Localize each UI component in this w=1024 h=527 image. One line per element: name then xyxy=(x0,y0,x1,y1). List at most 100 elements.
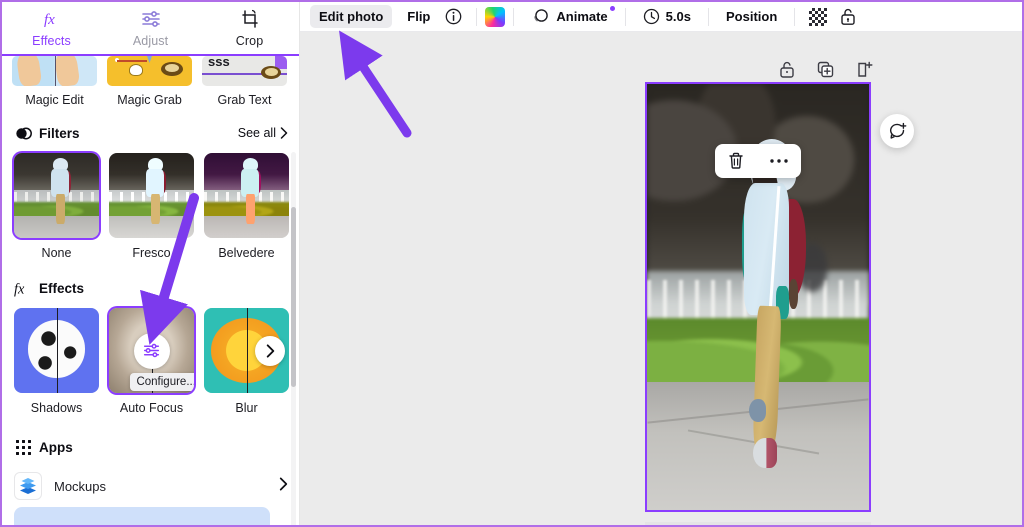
filter-card-none[interactable]: None xyxy=(14,153,99,260)
toolbar-divider xyxy=(476,7,478,26)
filters-section-header: Filters See all xyxy=(2,123,299,143)
animate-badge-dot xyxy=(609,5,615,11)
effect-label-shadows: Shadows xyxy=(30,401,83,415)
filters-see-all-label: See all xyxy=(237,126,276,140)
page-tools-row xyxy=(778,60,874,84)
animate-icon xyxy=(534,8,549,22)
filters-title: Filters xyxy=(39,125,80,141)
apps-title: Apps xyxy=(39,439,73,455)
panel-scrollbar[interactable] xyxy=(291,152,296,525)
page-canvas-selected-photo[interactable] xyxy=(645,82,871,512)
element-top-toolbar: Edit photo Flip Animate 5.0s Position xyxy=(300,2,1022,32)
chevron-right-icon[interactable] xyxy=(279,477,288,496)
toolbar-divider xyxy=(624,7,626,26)
tab-adjust[interactable]: Adjust xyxy=(101,2,200,48)
magic-grab-label: Magic Grab xyxy=(117,93,182,107)
magic-grab-thumbnail xyxy=(107,56,192,86)
svg-text:fx: fx xyxy=(44,12,55,28)
effects-title: Effects xyxy=(39,280,85,296)
grab-text-card[interactable]: sss Grab Text xyxy=(202,56,287,107)
flip-label: Flip xyxy=(407,9,431,24)
promo-card[interactable] xyxy=(14,507,270,525)
configure-effect-button[interactable] xyxy=(133,332,170,369)
add-comment-button[interactable] xyxy=(880,114,914,148)
delete-element-button[interactable] xyxy=(727,151,745,170)
edit-photo-button[interactable]: Edit photo xyxy=(310,5,393,28)
more-options-button[interactable] xyxy=(769,157,789,165)
person-subject xyxy=(736,137,816,471)
filters-see-all-link[interactable]: See all xyxy=(238,126,288,140)
filter-thumb-belvedere xyxy=(204,153,289,238)
app-label-mockups: Mockups xyxy=(54,478,107,494)
tab-adjust-label: Adjust xyxy=(132,34,169,48)
tab-crop[interactable]: Crop xyxy=(200,2,299,48)
position-button[interactable]: Position xyxy=(717,5,786,28)
animate-label: Animate xyxy=(556,9,608,24)
filter-circles-icon xyxy=(14,124,32,142)
fx-icon: fx xyxy=(14,279,32,297)
panel-scroll-content: Magic Edit Magic Grab sss Grab Text Filt… xyxy=(2,56,299,525)
filter-label-none: None xyxy=(41,246,72,260)
layers-icon xyxy=(14,472,42,500)
add-page-bar[interactable]: + Add page xyxy=(645,522,871,525)
duration-button[interactable]: 5.0s xyxy=(634,4,700,29)
magic-grab-card[interactable]: Magic Grab xyxy=(107,56,192,107)
effect-card-auto-focus[interactable]: Configure... Auto Focus xyxy=(109,308,194,415)
transparency-button[interactable] xyxy=(803,4,833,30)
duplicate-icon xyxy=(817,61,834,78)
canvas-area[interactable]: + Add page xyxy=(300,32,1022,525)
info-icon-button[interactable] xyxy=(439,4,468,29)
add-page-button[interactable] xyxy=(855,60,874,84)
lock-icon xyxy=(841,8,855,25)
duplicate-page-button[interactable] xyxy=(816,60,835,84)
magic-edit-card[interactable]: Magic Edit xyxy=(12,56,97,107)
duration-label: 5.0s xyxy=(665,9,691,24)
lock-button[interactable] xyxy=(833,3,863,30)
effects-row: Shadows Configure... Auto Focus Blur xyxy=(2,308,299,415)
effect-thumb-auto-focus: Configure... xyxy=(109,308,194,393)
info-icon xyxy=(446,8,462,25)
effect-card-blur[interactable]: Blur xyxy=(204,308,289,415)
toolbar-divider xyxy=(707,7,709,26)
add-page-icon xyxy=(858,61,873,77)
filter-thumb-fresco xyxy=(109,153,194,238)
comment-plus-icon xyxy=(889,122,906,139)
filter-label-fresco: Fresco xyxy=(132,246,171,260)
scrollbar-thumb[interactable] xyxy=(291,207,296,387)
lock-icon xyxy=(780,61,794,78)
effect-label-blur: Blur xyxy=(235,401,258,415)
chevron-right-icon xyxy=(266,343,274,358)
animate-button[interactable]: Animate xyxy=(522,4,616,30)
effect-card-shadows[interactable]: Shadows xyxy=(14,308,99,415)
panel-tabbar: fx Effects Adjust Crop xyxy=(2,2,299,56)
app-row-mockups[interactable]: Mockups xyxy=(14,469,288,503)
effect-label-auto-focus: Auto Focus xyxy=(119,401,184,415)
fx-icon: fx xyxy=(42,7,62,31)
trash-icon xyxy=(729,152,743,169)
magic-edit-label: Magic Edit xyxy=(25,93,84,107)
flip-button[interactable]: Flip xyxy=(398,5,439,28)
filter-thumb-none xyxy=(14,153,99,238)
filter-card-belvedere[interactable]: Belvedere xyxy=(204,153,289,260)
effect-thumb-blur xyxy=(204,308,289,393)
sliders-icon xyxy=(140,7,162,31)
canva-editor-window: fx Effects Adjust Crop Magic Edit Magic … xyxy=(0,0,1024,527)
grab-text-label: Grab Text xyxy=(217,93,272,107)
lock-page-button[interactable] xyxy=(778,60,796,84)
element-floating-toolbar xyxy=(715,143,801,178)
tab-effects-label: Effects xyxy=(32,34,71,48)
grab-text-thumbnail: sss xyxy=(202,56,287,86)
toolbar-divider xyxy=(794,7,796,26)
clock-icon xyxy=(643,8,659,25)
tab-crop-label: Crop xyxy=(235,34,264,48)
ellipsis-icon xyxy=(770,158,788,163)
filter-card-fresco[interactable]: Fresco xyxy=(109,153,194,260)
apps-section-header: Apps xyxy=(2,437,299,457)
position-label: Position xyxy=(725,9,778,24)
left-side-panel: fx Effects Adjust Crop Magic Edit Magic … xyxy=(2,2,300,525)
tab-effects[interactable]: fx Effects xyxy=(2,2,101,48)
blur-next-button[interactable] xyxy=(255,335,285,366)
magic-tools-row: Magic Edit Magic Grab sss Grab Text xyxy=(2,56,299,107)
checker-icon xyxy=(809,7,828,26)
color-swatch-button[interactable] xyxy=(485,6,506,27)
